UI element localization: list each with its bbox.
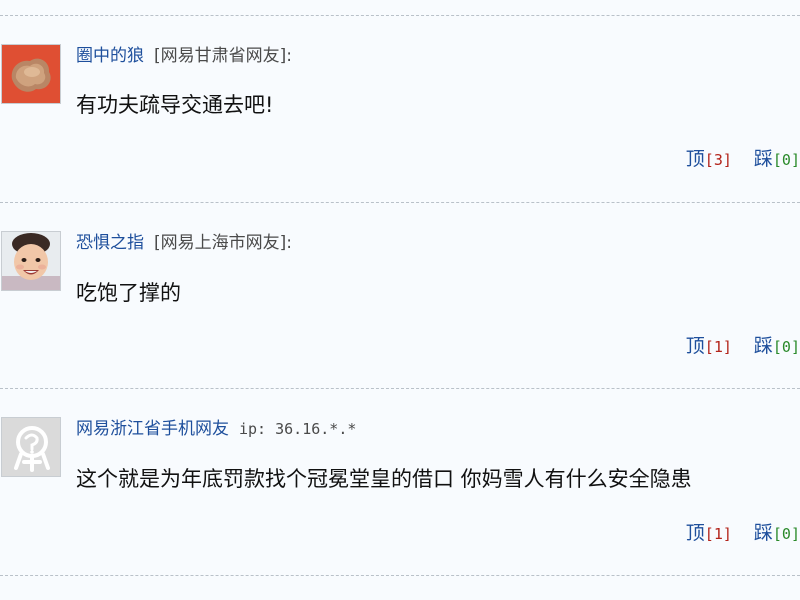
upvote-button[interactable]: 顶[3] (685, 148, 732, 170)
comment-username[interactable]: 恐惧之指 (76, 233, 144, 253)
upvote-label: 顶 (685, 335, 705, 357)
upvote-label: 顶 (685, 148, 705, 170)
comment-votes: 顶[1] 踩[0] (686, 335, 800, 358)
comment-text: 吃饱了撑的 (76, 281, 181, 305)
upvote-button[interactable]: 顶[1] (685, 335, 732, 357)
upvote-button[interactable]: 顶[1] (685, 522, 732, 544)
comment-ip: ip: 36.16.*.* (239, 420, 357, 438)
comment-username[interactable]: 圈中的狼 (76, 46, 144, 66)
downvote-count: [0] (772, 525, 800, 543)
comment-votes: 顶[1] 踩[0] (686, 522, 800, 545)
comment-item: 恐惧之指 [网易上海市网友]: 吃饱了撑的 顶[1] 踩[0] (0, 203, 800, 388)
default-user-avatar-icon[interactable] (1, 417, 61, 477)
downvote-label: 踩 (753, 335, 773, 357)
downvote-label: 踩 (753, 522, 773, 544)
comment-list: 圈中的狼 [网易甘肃省网友]: 有功夫疏导交通去吧! 顶[3] 踩[0] 恐惧之… (0, 0, 800, 600)
comment-location: [网易上海市网友]: (154, 233, 292, 253)
comment-username[interactable]: 网易浙江省手机网友 (76, 419, 229, 439)
comment-divider (0, 575, 800, 576)
comment-user-line: 网易浙江省手机网友 ip: 36.16.*.* (76, 418, 356, 440)
upvote-count: [3] (704, 151, 732, 169)
downvote-button[interactable]: 踩[0] (753, 335, 800, 357)
downvote-button[interactable]: 踩[0] (753, 522, 800, 544)
comment-text: 这个就是为年底罚款找个冠冕堂皇的借口 你妈雪人有什么安全隐患 (76, 467, 692, 491)
rock-avatar-icon[interactable] (1, 44, 61, 104)
comment-item: 网易浙江省手机网友 ip: 36.16.*.* 这个就是为年底罚款找个冠冕堂皇的借… (0, 389, 800, 575)
upvote-label: 顶 (685, 522, 705, 544)
downvote-count: [0] (772, 338, 800, 356)
upvote-count: [1] (704, 525, 732, 543)
comment-user-line: 恐惧之指 [网易上海市网友]: (76, 232, 292, 254)
comment-item: 圈中的狼 [网易甘肃省网友]: 有功夫疏导交通去吧! 顶[3] 踩[0] (0, 16, 800, 202)
downvote-label: 踩 (753, 148, 773, 170)
comment-user-line: 圈中的狼 [网易甘肃省网友]: (76, 45, 292, 67)
baby-avatar-icon[interactable] (1, 231, 61, 291)
downvote-button[interactable]: 踩[0] (753, 148, 800, 170)
downvote-count: [0] (772, 151, 800, 169)
comment-location: [网易甘肃省网友]: (154, 46, 292, 66)
comment-votes: 顶[3] 踩[0] (686, 148, 800, 171)
comment-text: 有功夫疏导交通去吧! (76, 93, 274, 117)
upvote-count: [1] (704, 338, 732, 356)
